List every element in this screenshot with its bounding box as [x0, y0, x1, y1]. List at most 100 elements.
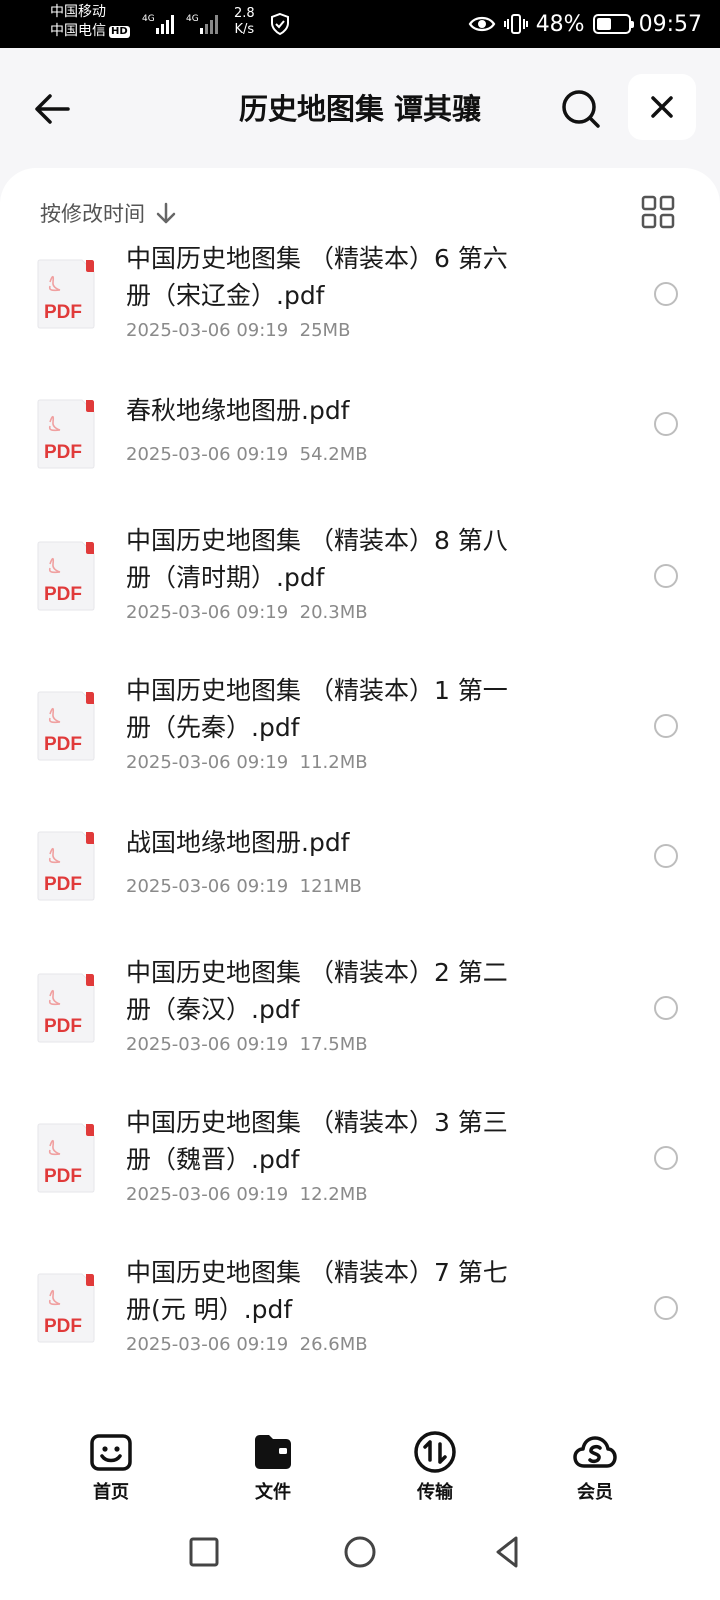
nav-transfer-label: 传输 — [417, 1482, 453, 1503]
file-row[interactable]: PDF 战国地缘地图册.pdf 2025-03-06 09:19 121MB — [0, 814, 720, 944]
network-1-label: 4G — [142, 14, 155, 24]
file-name-line-1: 中国历史地图集 （精装本）3 第三 — [126, 1108, 508, 1137]
file-name-line-2: 册（宋辽金）.pdf — [126, 281, 325, 310]
file-meta: 2025-03-06 09:19 20.3MB — [126, 602, 368, 623]
file-name-line-2: 册（魏晋）.pdf — [126, 1145, 300, 1174]
nav-home-label: 首页 — [93, 1482, 129, 1503]
nav-files[interactable]: 文件 — [228, 1428, 318, 1504]
svg-text:PDF: PDF — [44, 734, 82, 755]
file-row[interactable]: PDF 中国历史地图集 （精装本）7 第七 册(元 明）.pdf 2025-03-06… — [0, 1254, 720, 1384]
carrier-2-row: 中国电信 HD — [50, 22, 130, 41]
svg-text:PDF: PDF — [44, 1316, 82, 1337]
network-2-label: 4G — [186, 14, 199, 24]
close-button[interactable] — [628, 74, 696, 140]
eye-comfort-icon — [468, 16, 495, 32]
folder-files-icon — [255, 1435, 291, 1469]
speed-unit: K/s — [234, 22, 255, 37]
select-radio[interactable] — [654, 1146, 678, 1170]
pdf-file-icon: PDF — [37, 259, 95, 329]
file-name-line-2: 册(元 明）.pdf — [126, 1295, 293, 1324]
select-radio[interactable] — [654, 714, 678, 738]
pdf-file-icon: PDF — [37, 1123, 95, 1193]
select-radio[interactable] — [654, 282, 678, 306]
file-meta: 2025-03-06 09:19 11.2MB — [126, 752, 368, 773]
grid-view-icon[interactable] — [640, 194, 676, 230]
select-radio[interactable] — [654, 412, 678, 436]
file-name-line-2: 册（先秦）.pdf — [126, 713, 300, 742]
file-row[interactable]: PDF 中国历史地图集 （精装本）1 第一 册（先秦）.pdf 2025-03-06 … — [0, 672, 720, 802]
page-title: 历史地图集 谭其骧 — [238, 92, 482, 126]
arrow-down-icon — [156, 202, 176, 224]
battery-fill — [596, 18, 611, 30]
carrier-2: 中国电信 — [50, 23, 106, 39]
select-radio[interactable] — [654, 996, 678, 1020]
file-name-line-1: 中国历史地图集 （精装本）2 第二 — [126, 958, 508, 987]
bottom-nav: 首页 文件 传输 会员 — [0, 1408, 720, 1508]
system-nav-bar — [0, 1508, 720, 1600]
file-meta: 2025-03-06 09:19 25MB — [126, 320, 351, 341]
home-circle-icon[interactable] — [338, 1530, 382, 1574]
file-row[interactable]: PDF 中国历史地图集 （精装本）2 第二 册（秦汉）.pdf 2025-03-06 … — [0, 954, 720, 1084]
sort-label: 按修改时间 — [40, 202, 145, 226]
nav-member-label: 会员 — [577, 1482, 613, 1503]
nav-transfer[interactable]: 传输 — [390, 1428, 480, 1504]
file-name-line-1: 中国历史地图集 （精装本）8 第八 — [126, 526, 508, 555]
status-bar: 中国移动 中国电信 HD 4G 4G 2.8 K/s 48% 09:57 — [0, 0, 720, 48]
file-list-card: 按修改时间 PDF 中国历史地图集 （精装本）6 第六 册（宋辽金）.pdf 2025… — [0, 168, 720, 1408]
file-name-line-2: 册（清时期）.pdf — [126, 563, 325, 592]
status-right: 48% 09:57 — [468, 0, 702, 48]
sort-control[interactable]: 按修改时间 — [40, 198, 177, 228]
svg-text:PDF: PDF — [44, 874, 82, 895]
file-name-line-1: 春秋地缘地图册.pdf — [126, 396, 350, 425]
file-meta: 2025-03-06 09:19 12.2MB — [126, 1184, 368, 1205]
svg-text:PDF: PDF — [44, 442, 82, 463]
hd-badge: HD — [109, 26, 130, 38]
header: 历史地图集 谭其骧 — [0, 48, 720, 168]
clock: 09:57 — [638, 11, 702, 37]
cloud-member-icon — [573, 1436, 617, 1468]
file-meta: 2025-03-06 09:19 121MB — [126, 876, 362, 897]
pdf-file-icon: PDF — [37, 1273, 95, 1343]
battery-percent: 48% — [535, 11, 585, 37]
close-icon — [651, 96, 673, 118]
file-meta: 2025-03-06 09:19 17.5MB — [126, 1034, 368, 1055]
battery-icon — [592, 14, 634, 34]
select-radio[interactable] — [654, 564, 678, 588]
file-name-line-1: 中国历史地图集 （精装本）6 第六 — [126, 244, 508, 273]
pdf-file-icon: PDF — [37, 691, 95, 761]
signal-1-icon: 4G — [142, 14, 174, 34]
file-row[interactable]: PDF 中国历史地图集 （精装本）8 第八 册（清时期）.pdf 2025-03-06… — [0, 522, 720, 652]
file-meta: 2025-03-06 09:19 26.6MB — [126, 1334, 368, 1355]
svg-text:PDF: PDF — [44, 584, 82, 605]
carrier-1: 中国移动 — [50, 4, 106, 20]
select-radio[interactable] — [654, 844, 678, 868]
file-name-line-1: 中国历史地图集 （精装本）1 第一 — [126, 676, 508, 705]
svg-text:PDF: PDF — [44, 1016, 82, 1037]
svg-text:PDF: PDF — [44, 302, 82, 323]
recents-square-icon[interactable] — [182, 1530, 226, 1574]
nav-member[interactable]: 会员 — [550, 1428, 640, 1504]
file-row[interactable]: PDF 春秋地缘地图册.pdf 2025-03-06 09:19 54.2MB — [0, 382, 720, 512]
pdf-file-icon: PDF — [37, 541, 95, 611]
search-icon[interactable] — [558, 86, 604, 132]
file-name-line-2: 册（秦汉）.pdf — [126, 995, 300, 1024]
network-speed: 2.8 K/s — [234, 6, 255, 38]
vibrate-icon — [503, 14, 528, 34]
pdf-file-icon: PDF — [37, 399, 95, 469]
back-arrow-icon[interactable] — [30, 86, 76, 132]
file-name-line-1: 战国地缘地图册.pdf — [126, 828, 350, 857]
transfer-icon — [414, 1431, 456, 1473]
file-row[interactable]: PDF 中国历史地图集 （精装本）3 第三 册（魏晋）.pdf 2025-03-06 … — [0, 1104, 720, 1234]
file-row[interactable]: PDF 中国历史地图集 （精装本）6 第六 册（宋辽金）.pdf 2025-03-06… — [0, 240, 720, 370]
file-meta: 2025-03-06 09:19 54.2MB — [126, 444, 368, 465]
smiley-home-icon — [90, 1434, 132, 1471]
vpn-shield-icon — [271, 12, 289, 36]
select-radio[interactable] — [654, 1296, 678, 1320]
carrier-info: 中国移动 中国电信 HD — [50, 3, 130, 41]
pdf-file-icon: PDF — [37, 973, 95, 1043]
back-triangle-icon[interactable] — [486, 1530, 530, 1574]
pdf-file-icon: PDF — [37, 831, 95, 901]
svg-text:PDF: PDF — [44, 1166, 82, 1187]
nav-home[interactable]: 首页 — [66, 1428, 156, 1504]
nav-files-label: 文件 — [255, 1482, 291, 1503]
